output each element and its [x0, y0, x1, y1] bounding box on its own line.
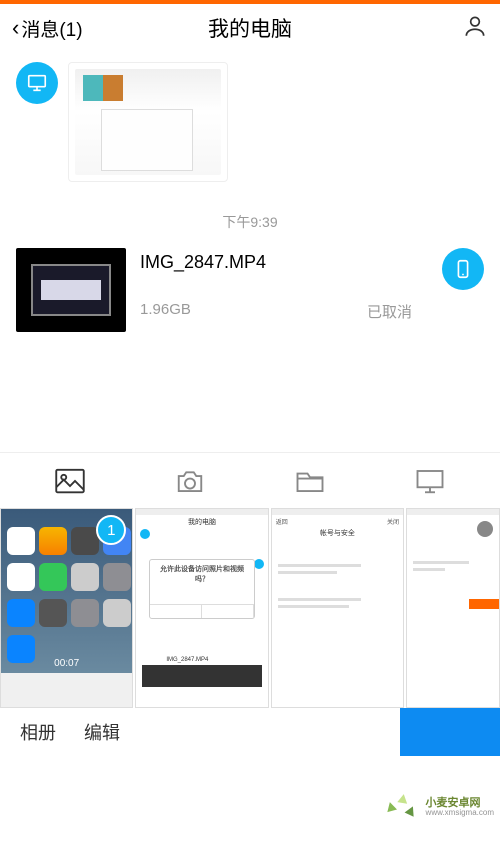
- profile-icon[interactable]: [462, 13, 488, 44]
- watermark: 小麦安卓网 www.xmsigma.com: [384, 788, 494, 826]
- phone-avatar[interactable]: [442, 248, 484, 290]
- timestamp: 下午9:39: [16, 212, 484, 232]
- video-thumb: [16, 248, 126, 332]
- gallery-item[interactable]: [406, 508, 500, 708]
- watermark-logo-icon: [384, 788, 422, 826]
- image-icon[interactable]: [55, 468, 85, 494]
- message-row: [16, 62, 484, 182]
- gallery-item[interactable]: 返回关闭 帐号与安全: [271, 508, 404, 708]
- chat-area: 下午9:39 IMG_2847.MP4 1.96GB 已取消: [0, 62, 500, 332]
- monitor-toolbar-icon[interactable]: [415, 468, 445, 494]
- gallery-item[interactable]: 00:07: [0, 508, 133, 708]
- file-info: IMG_2847.MP4 1.96GB 已取消: [140, 248, 420, 322]
- folder-icon[interactable]: [295, 468, 325, 494]
- bottom-bar: 相册 编辑: [0, 708, 500, 756]
- mini-settings-thumb: 返回关闭 帐号与安全: [272, 509, 403, 707]
- watermark-name: 小麦安卓网: [426, 797, 494, 809]
- photo-picker: 00:07 我的电脑 允许此设备访问照片和视频吗？ IMG_2847.MP4 返…: [0, 508, 500, 708]
- send-button[interactable]: [400, 708, 500, 756]
- file-name: IMG_2847.MP4: [140, 252, 420, 273]
- file-status: 已取消: [367, 301, 412, 322]
- chevron-left-icon: ‹: [12, 15, 19, 41]
- screenshot-thumb: [75, 69, 221, 175]
- edit-button[interactable]: 编辑: [84, 719, 120, 745]
- back-button[interactable]: ‹ 消息(1): [12, 15, 83, 42]
- watermark-url: www.xmsigma.com: [426, 809, 494, 818]
- attach-toolbar: [0, 452, 500, 508]
- mini-chat-thumb: 我的电脑 允许此设备访问照片和视频吗？ IMG_2847.MP4: [136, 509, 267, 707]
- pc-avatar[interactable]: [16, 62, 58, 104]
- header: ‹ 消息(1) 我的电脑: [0, 4, 500, 52]
- page-title: 我的电脑: [208, 13, 292, 43]
- gallery-item[interactable]: 我的电脑 允许此设备访问照片和视频吗？ IMG_2847.MP4: [135, 508, 268, 708]
- phone-icon: [452, 258, 474, 280]
- camera-icon[interactable]: [175, 468, 205, 494]
- file-size: 1.96GB: [140, 301, 191, 322]
- monitor-icon: [26, 72, 48, 94]
- home-time: 00:07: [54, 658, 79, 669]
- file-message[interactable]: IMG_2847.MP4 1.96GB 已取消: [16, 248, 484, 332]
- mini-form-thumb: [407, 509, 499, 707]
- screenshot-message[interactable]: [68, 62, 228, 182]
- album-button[interactable]: 相册: [20, 719, 56, 745]
- back-label: 消息(1): [21, 15, 82, 42]
- homescreen-thumb: 00:07: [1, 509, 132, 673]
